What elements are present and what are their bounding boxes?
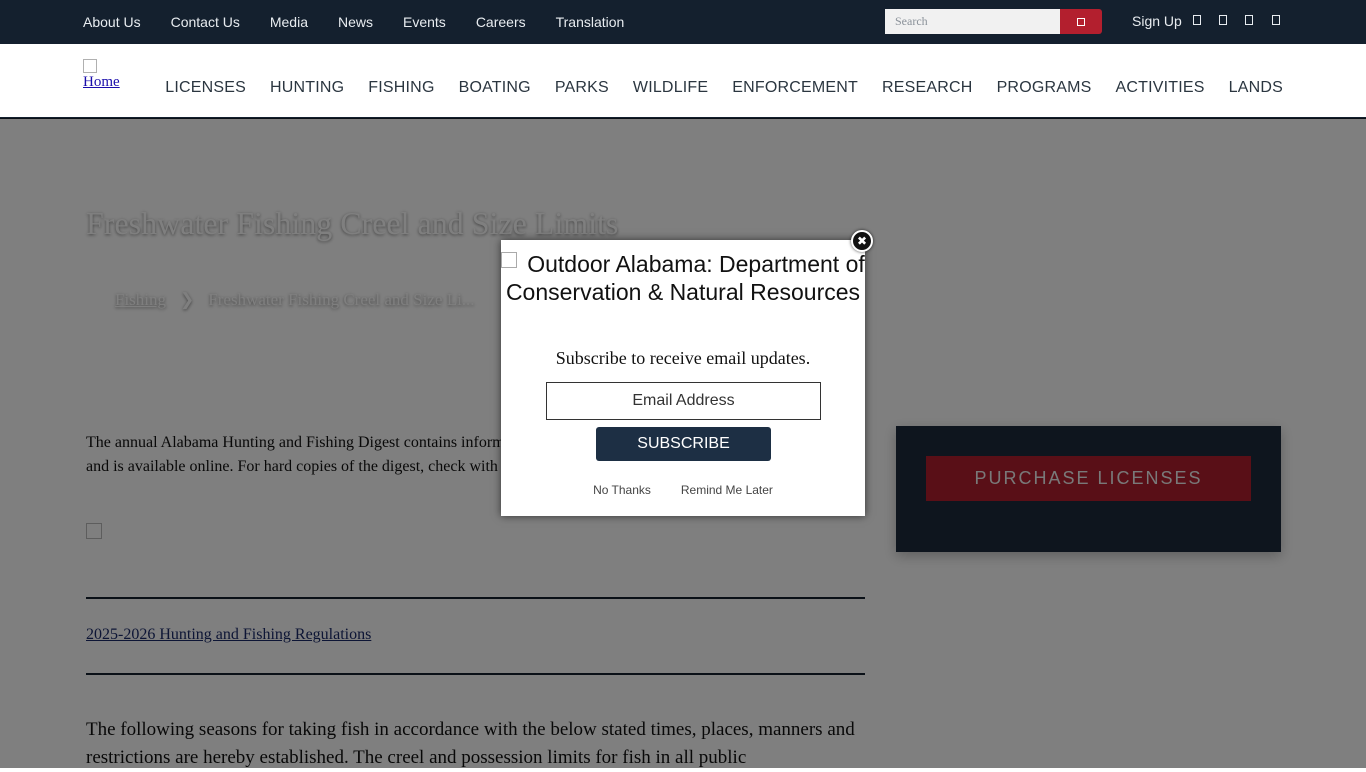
subscribe-button[interactable]: SUBSCRIBE <box>596 427 771 461</box>
subscribe-modal: Outdoor Alabama: Department of Conservat… <box>501 240 865 516</box>
link-careers[interactable]: Careers <box>476 14 526 30</box>
link-media[interactable]: Media <box>270 14 308 30</box>
modal-secondary-links: No Thanks Remind Me Later <box>501 483 865 497</box>
link-news[interactable]: News <box>338 14 373 30</box>
remind-me-later-link[interactable]: Remind Me Later <box>681 483 773 497</box>
no-thanks-link[interactable]: No Thanks <box>593 483 651 497</box>
modal-logo-image-icon <box>501 252 518 268</box>
search-button[interactable] <box>1060 9 1102 34</box>
home-logo-link[interactable]: Home <box>83 59 120 91</box>
modal-subtitle: Subscribe to receive email updates. <box>555 348 811 368</box>
nav-lands[interactable]: LANDS <box>1229 79 1283 97</box>
nav-boating[interactable]: BOATING <box>459 79 531 97</box>
email-field[interactable] <box>546 382 821 420</box>
link-events[interactable]: Events <box>403 14 446 30</box>
nav-fishing[interactable]: FISHING <box>368 79 434 97</box>
nav-programs[interactable]: PROGRAMS <box>997 79 1092 97</box>
logo-image-icon <box>83 59 97 73</box>
modal-heading-text: Outdoor Alabama: Department of Conservat… <box>505 251 865 305</box>
nav-parks[interactable]: PARKS <box>555 79 609 97</box>
nav-research[interactable]: RESEARCH <box>882 79 973 97</box>
social-icon-2[interactable] <box>1219 15 1227 25</box>
nav-licenses[interactable]: LICENSES <box>165 79 246 97</box>
main-navigation: Home LICENSES HUNTING FISHING BOATING PA… <box>0 44 1366 119</box>
search-input[interactable] <box>885 9 1060 34</box>
close-icon[interactable]: ✖ <box>851 230 873 252</box>
social-icon-1[interactable] <box>1193 15 1201 25</box>
utility-links: About Us Contact Us Media News Events Ca… <box>83 0 624 44</box>
sign-up-link[interactable]: Sign Up <box>1132 13 1182 29</box>
nav-enforcement[interactable]: ENFORCEMENT <box>732 79 858 97</box>
logo-alt-text: Home <box>83 74 120 90</box>
modal-heading: Outdoor Alabama: Department of Conservat… <box>501 250 865 306</box>
link-translation[interactable]: Translation <box>556 14 625 30</box>
top-utility-bar: About Us Contact Us Media News Events Ca… <box>0 0 1366 44</box>
link-about-us[interactable]: About Us <box>83 14 141 30</box>
link-contact-us[interactable]: Contact Us <box>171 14 240 30</box>
nav-hunting[interactable]: HUNTING <box>270 79 344 97</box>
search-icon <box>1077 17 1085 26</box>
social-icon-3[interactable] <box>1245 15 1253 25</box>
nav-wildlife[interactable]: WILDLIFE <box>633 79 708 97</box>
nav-activities[interactable]: ACTIVITIES <box>1116 79 1205 97</box>
social-icon-4[interactable] <box>1272 15 1280 25</box>
